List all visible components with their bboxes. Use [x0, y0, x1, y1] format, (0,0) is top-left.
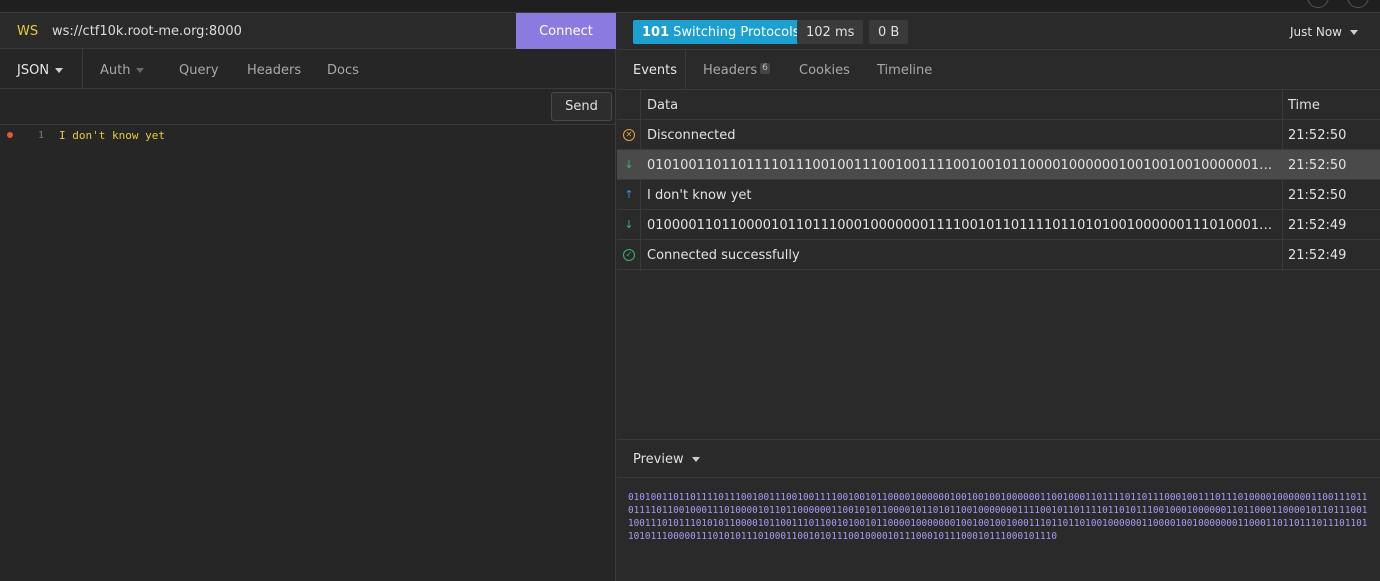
send-button[interactable]: Send	[551, 92, 612, 121]
tab-divider	[82, 49, 83, 89]
connect-button[interactable]: Connect	[516, 13, 616, 49]
status-code: 101	[642, 24, 670, 40]
tab-response-headers-label: Headers	[703, 63, 758, 78]
url-input[interactable]: ws://ctf10k.root-me.org:8000	[52, 24, 242, 39]
response-time-badge: 102 ms	[797, 20, 864, 44]
chevron-down-icon	[1350, 30, 1358, 35]
table-row[interactable]: ✓ Connected successfully 21:52:49	[617, 240, 1380, 270]
disconnected-icon: ✕	[623, 129, 635, 141]
column-header-data[interactable]: Data	[647, 98, 678, 113]
help-icon[interactable]	[1307, 0, 1329, 8]
preview-panel: Preview 01010011011011110111001001110010…	[617, 439, 1380, 581]
table-row[interactable]: ↓ 01000011011000010110111000100000001111…	[617, 210, 1380, 240]
tab-auth-label: Auth	[100, 63, 131, 78]
line-number: 1	[37, 130, 44, 141]
response-pane: 101 Switching Protocols 102 ms 0 B Just N…	[617, 13, 1380, 581]
error-marker-icon	[7, 132, 13, 138]
status-text: Switching Protocols	[673, 24, 800, 40]
chevron-down-icon	[136, 68, 145, 73]
tab-query[interactable]: Query	[179, 63, 219, 78]
event-data: Disconnected	[647, 128, 736, 143]
event-time: 21:52:49	[1288, 218, 1347, 233]
window-top-strip	[0, 0, 1380, 13]
send-row: Send	[0, 89, 616, 125]
arrow-down-icon: ↓	[624, 158, 634, 171]
history-select-label: Just Now	[1289, 25, 1342, 39]
response-tabs: Events Headers 6 Cookies Timeline	[617, 50, 1380, 90]
response-size-badge: 0 B	[869, 20, 909, 44]
status-badge: 101 Switching Protocols	[633, 20, 809, 44]
preview-content: 0101001101101111011100100111001001111001…	[628, 492, 1368, 542]
event-time: 21:52:49	[1288, 248, 1347, 263]
tab-cookies[interactable]: Cookies	[799, 63, 850, 78]
table-row[interactable]: ↑ I don't know yet 21:52:50	[617, 180, 1380, 210]
tab-auth[interactable]: Auth	[100, 63, 145, 78]
event-data: Connected successfully	[647, 248, 800, 263]
chevron-down-icon	[691, 457, 700, 462]
event-time: 21:52:50	[1288, 158, 1347, 173]
tab-headers[interactable]: Headers	[247, 63, 301, 78]
preview-mode-label: Preview	[633, 452, 684, 467]
event-time: 21:52:50	[1288, 128, 1347, 143]
event-data: 0100001101100001011011100010000000111100…	[647, 218, 1277, 233]
check-circle-icon: ✓	[623, 249, 635, 261]
request-tabs: JSON Auth Query Headers Docs	[0, 49, 616, 89]
event-time: 21:52:50	[1288, 188, 1347, 203]
tab-events[interactable]: Events	[633, 63, 677, 78]
preview-mode-select[interactable]: Preview	[633, 452, 700, 467]
event-data: 0101001101101111011100100111001001111001…	[647, 158, 1277, 173]
events-table: Data Time ✕ Disconnected 21:52:50 ↓ 0101…	[617, 90, 1380, 271]
settings-icon[interactable]	[1347, 0, 1369, 8]
table-header: Data Time	[617, 90, 1380, 120]
editor-content[interactable]: I don't know yet	[59, 129, 165, 142]
chevron-down-icon	[55, 68, 64, 73]
request-pane: WS ws://ctf10k.root-me.org:8000 Connect …	[0, 13, 616, 581]
table-row[interactable]: ↓ 01010011011011110111001001110010011110…	[617, 150, 1380, 180]
tab-docs[interactable]: Docs	[327, 63, 359, 78]
preview-header: Preview	[617, 440, 1380, 478]
message-editor[interactable]: 1 I don't know yet	[0, 125, 616, 581]
history-select[interactable]: Just Now	[1290, 25, 1358, 39]
tab-body-json-label: JSON	[17, 63, 50, 78]
headers-count-badge: 6	[760, 63, 770, 74]
status-bar: 101 Switching Protocols 102 ms 0 B Just N…	[617, 13, 1380, 50]
column-header-time[interactable]: Time	[1288, 98, 1320, 113]
url-bar: WS ws://ctf10k.root-me.org:8000 Connect	[0, 13, 616, 49]
event-data: I don't know yet	[647, 188, 752, 203]
tab-timeline[interactable]: Timeline	[877, 63, 932, 78]
arrow-down-icon: ↓	[624, 218, 634, 231]
tab-response-headers[interactable]: Headers 6	[703, 63, 770, 78]
tab-body-json[interactable]: JSON	[17, 63, 64, 78]
method-label[interactable]: WS	[17, 24, 38, 39]
arrow-up-icon: ↑	[624, 188, 634, 201]
table-row[interactable]: ✕ Disconnected 21:52:50	[617, 120, 1380, 150]
